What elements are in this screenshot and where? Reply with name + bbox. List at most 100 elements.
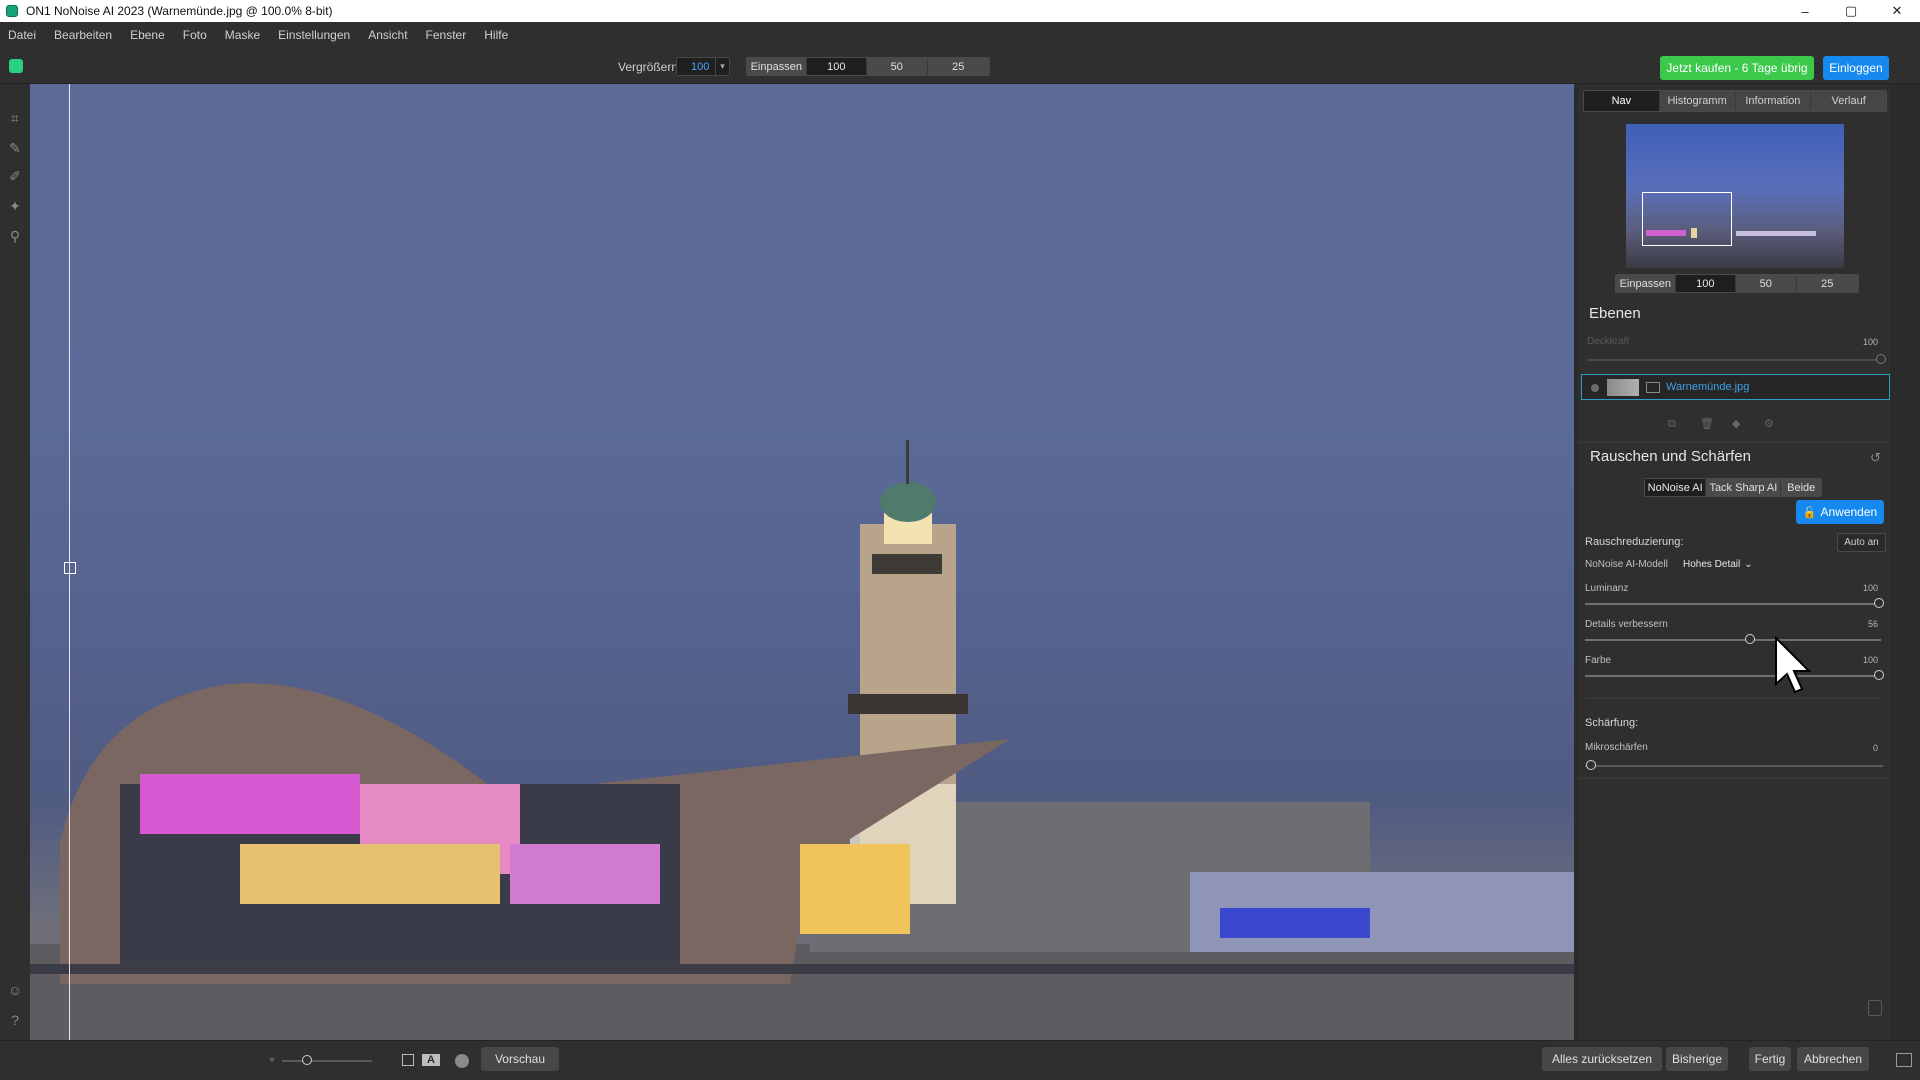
- zoom-select[interactable]: 100 ▾: [676, 57, 730, 76]
- menu-foto[interactable]: Foto: [183, 28, 207, 42]
- opacity-slider-track[interactable]: [1587, 359, 1879, 361]
- farbe-slider-track[interactable]: [1585, 675, 1881, 677]
- details-slider-knob[interactable]: [1745, 634, 1755, 644]
- chevron-down-icon[interactable]: ▾: [715, 58, 729, 75]
- tab-nav[interactable]: Nav: [1584, 91, 1660, 111]
- mode-beide-button[interactable]: Beide: [1781, 479, 1821, 496]
- menu-einstellungen[interactable]: Einstellungen: [278, 28, 350, 42]
- model-dropdown[interactable]: Hohes Detail ⌄: [1683, 559, 1753, 570]
- tab-histogramm[interactable]: Histogramm: [1659, 91, 1736, 111]
- opacity-value: 100: [1862, 337, 1878, 347]
- zoom-25-button[interactable]: 25: [927, 58, 989, 75]
- lit-shop-windows: [800, 844, 910, 934]
- opacity-slider-knob[interactable]: [1876, 354, 1886, 364]
- blue-lights: [1220, 908, 1370, 938]
- cancel-button[interactable]: Abbrechen: [1797, 1047, 1869, 1071]
- crop-icon[interactable]: ⌗: [7, 110, 23, 126]
- close-button[interactable]: ✕: [1874, 0, 1920, 22]
- lighthouse-balcony: [872, 554, 942, 574]
- luminanz-slider-knob[interactable]: [1874, 598, 1884, 608]
- zoom-fit-button[interactable]: Einpassen: [747, 58, 807, 75]
- zoom-50-button[interactable]: 50: [867, 58, 928, 75]
- buy-now-button[interactable]: Jetzt kaufen - 6 Tage übrig: [1660, 56, 1814, 80]
- promenade-rail: [30, 964, 1574, 974]
- lighthouse-gallery: [848, 694, 968, 714]
- nav-25-button[interactable]: 25: [1796, 275, 1858, 292]
- tab-verlauf[interactable]: Verlauf: [1811, 91, 1886, 111]
- login-button[interactable]: Einloggen: [1823, 56, 1889, 80]
- nav-100-button[interactable]: 100: [1675, 275, 1737, 292]
- magenta-windows: [140, 774, 360, 834]
- menu-ebene[interactable]: Ebene: [130, 28, 165, 42]
- layer-settings-icon[interactable]: ⚙: [1764, 418, 1776, 430]
- title-bar: ON1 NoNoise AI 2023 (Warnemünde.jpg @ 10…: [0, 0, 1920, 22]
- help-icon[interactable]: ?: [7, 1012, 23, 1028]
- apply-button[interactable]: 🔓 Anwenden: [1796, 500, 1884, 524]
- micro-sharpen-track[interactable]: [1585, 765, 1883, 767]
- navigator-thumbnail[interactable]: [1626, 124, 1844, 268]
- brush-icon[interactable]: ✎: [7, 140, 23, 156]
- chevron-down-icon: ⌄: [1744, 559, 1753, 570]
- mode-nonoise-button[interactable]: NoNoise AI: [1645, 479, 1707, 496]
- tool-strip: ⌗ ✎ ✐ ✦ ⚲ ☺ ?: [0, 84, 30, 1040]
- mask-view-icon[interactable]: [455, 1054, 469, 1068]
- zoom-icon[interactable]: ⚲: [7, 228, 23, 244]
- nav-50-button[interactable]: 50: [1736, 275, 1797, 292]
- micro-sharpen-value: 0: [1872, 743, 1878, 753]
- menu-fenster[interactable]: Fenster: [426, 28, 467, 42]
- farbe-slider-knob[interactable]: [1874, 670, 1884, 680]
- micro-sharpen-knob[interactable]: [1586, 760, 1596, 770]
- menu-bar: Datei Bearbeiten Ebene Foto Maske Einste…: [0, 22, 1920, 48]
- minimize-button[interactable]: –: [1782, 0, 1828, 22]
- unlock-icon: 🔓: [1802, 506, 1817, 519]
- reset-all-button[interactable]: Alles zurücksetzen: [1542, 1047, 1662, 1071]
- lighthouse-vane: [906, 440, 909, 484]
- auto-on-button[interactable]: Auto an: [1837, 533, 1886, 552]
- navigator-viewbox[interactable]: [1642, 192, 1732, 246]
- slider-label: Luminanz: [1585, 583, 1629, 594]
- preview-button[interactable]: Vorschau: [481, 1047, 559, 1071]
- menu-hilfe[interactable]: Hilfe: [484, 28, 508, 42]
- delete-layer-icon[interactable]: 🗑: [1700, 418, 1714, 430]
- duplicate-layer-icon[interactable]: ⧉: [1668, 418, 1680, 430]
- retouch-icon[interactable]: ✦: [7, 198, 23, 214]
- user-icon[interactable]: ☺: [7, 982, 23, 998]
- menu-maske[interactable]: Maske: [225, 28, 260, 42]
- window-title: ON1 NoNoise AI 2023 (Warnemünde.jpg @ 10…: [26, 4, 333, 18]
- maximize-button[interactable]: ▢: [1828, 0, 1874, 22]
- done-button[interactable]: Fertig: [1749, 1047, 1791, 1071]
- layer-row[interactable]: Warnemünde.jpg: [1581, 374, 1890, 400]
- bottom-bar: ▫ A Vorschau Alles zurücksetzen Bisherig…: [0, 1040, 1920, 1080]
- noise-title: Rauschen und Schärfen: [1590, 448, 1751, 465]
- previous-button[interactable]: Bisherige: [1666, 1047, 1728, 1071]
- nav-fit-button[interactable]: Einpassen: [1616, 275, 1676, 292]
- export-icon[interactable]: [1868, 1000, 1882, 1016]
- panel-toggle-icon[interactable]: [1896, 1053, 1912, 1067]
- zoom-100-button[interactable]: 100: [806, 58, 868, 75]
- layers-title: Ebenen: [1589, 305, 1641, 322]
- menu-ansicht[interactable]: Ansicht: [368, 28, 407, 42]
- reset-section-icon[interactable]: ↺: [1870, 450, 1881, 466]
- slider-value: 100: [1862, 583, 1878, 593]
- mouse-cursor-icon: [1775, 636, 1812, 694]
- luminanz-slider-track[interactable]: [1585, 603, 1881, 605]
- layer-stack-icon[interactable]: ◆: [1732, 418, 1744, 430]
- split-handle[interactable]: [64, 562, 76, 574]
- visibility-icon[interactable]: [1591, 384, 1599, 392]
- compare-square-icon[interactable]: [402, 1054, 414, 1066]
- lighthouse-dome: [880, 482, 936, 522]
- photo-canvas[interactable]: [30, 84, 1574, 1040]
- zoom-slider-knob[interactable]: [302, 1055, 312, 1065]
- zoom-slider-track[interactable]: [282, 1060, 372, 1062]
- violet-windows: [510, 844, 660, 904]
- mode-tacksharp-button[interactable]: Tack Sharp AI: [1706, 479, 1782, 496]
- refine-brush-icon[interactable]: ✐: [7, 168, 23, 184]
- compare-a-icon[interactable]: A: [422, 1054, 440, 1066]
- mask-icon[interactable]: [1646, 382, 1660, 393]
- noise-reduction-label: Rauschreduzierung:: [1585, 536, 1684, 548]
- menu-datei[interactable]: Datei: [8, 28, 36, 42]
- section-divider: [1578, 442, 1890, 443]
- details-slider-track[interactable]: [1585, 639, 1881, 641]
- tab-information[interactable]: Information: [1735, 91, 1812, 111]
- menu-bearbeiten[interactable]: Bearbeiten: [54, 28, 112, 42]
